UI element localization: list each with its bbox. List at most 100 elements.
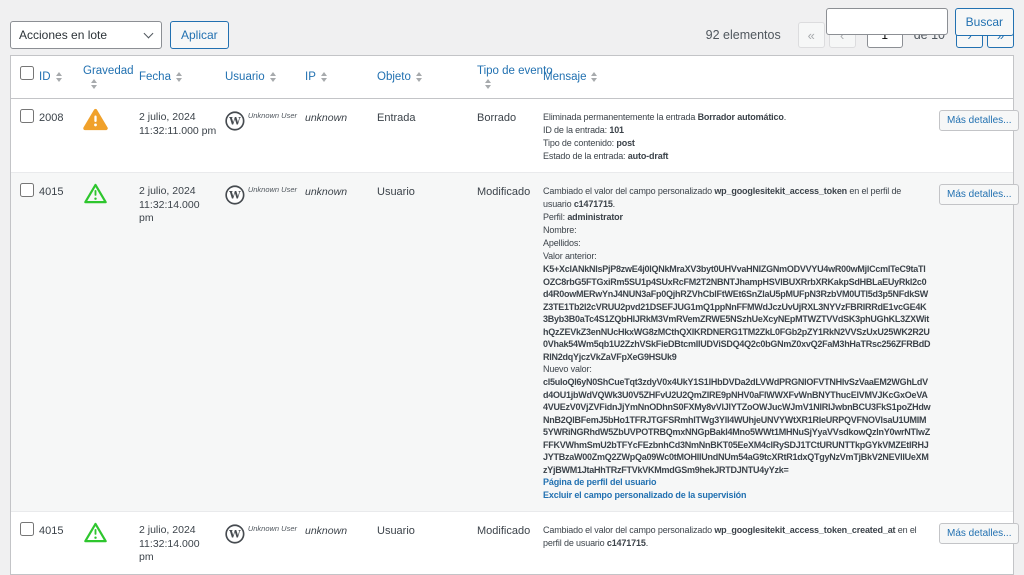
table-row: 4015 2 julio, 202411:32:14.000 pmW Unknown…: [11, 172, 1013, 511]
message-line: Eliminada permanentemente la entrada Bor…: [543, 111, 931, 124]
svg-text:W: W: [228, 189, 241, 201]
row-actions-cell: Más detalles...: [939, 99, 1013, 172]
search-input[interactable]: [826, 8, 948, 35]
message-text: Perfil:: [543, 212, 567, 222]
event-message: Cambiado el valor del campo personalizad…: [543, 173, 939, 511]
first-page-button: «: [798, 22, 825, 48]
column-header-label: Tipo de evento: [477, 65, 553, 77]
event-object: Usuario: [377, 512, 477, 574]
event-type: Modificado: [477, 173, 543, 511]
bulk-actions-select[interactable]: Acciones en lote: [10, 21, 162, 49]
info-triangle-icon: [83, 182, 108, 205]
user-name: Unknown User: [248, 524, 297, 533]
message-line: Cambiado el valor del campo personalizad…: [543, 524, 931, 550]
column-header-usuario[interactable]: Usuario: [225, 56, 305, 98]
more-details-button[interactable]: Más detalles...: [939, 110, 1019, 131]
event-type: Modificado: [477, 512, 543, 574]
wordpress-logo-icon: W: [225, 109, 245, 133]
event-message: Cambiado el valor del campo personalizad…: [543, 512, 939, 574]
select-all-cell: [11, 56, 39, 98]
event-id: 4015: [39, 512, 83, 574]
events-table: IDGravedadFechaUsuarioIPObjetoTipo de ev…: [10, 55, 1014, 575]
severity-cell: [83, 173, 139, 511]
column-header-label: ID: [39, 71, 51, 83]
message-text: .: [613, 199, 615, 209]
user-cell: WUnknown User: [225, 99, 305, 172]
severity-cell: [83, 99, 139, 172]
select-all-checkbox[interactable]: [20, 66, 34, 80]
event-ip: unknown: [305, 173, 377, 511]
message-text: .: [784, 112, 786, 122]
search-area: Buscar: [826, 8, 1014, 36]
message-text: c1471715: [574, 199, 613, 209]
message-link[interactable]: Página de perfil del usuario: [543, 477, 656, 487]
message-text: Cambiado el valor del campo personalizad…: [543, 525, 714, 535]
sort-icon: [485, 79, 491, 89]
message-text: Cambiado el valor del campo personalizad…: [543, 186, 714, 196]
search-button[interactable]: Buscar: [955, 8, 1014, 36]
message-text: Nombre:: [543, 225, 576, 235]
row-checkbox[interactable]: [20, 183, 34, 197]
message-text: Nuevo valor:: [543, 364, 592, 374]
more-details-button[interactable]: Más detalles...: [939, 184, 1019, 205]
row-actions-cell: Más detalles...: [939, 512, 1013, 574]
user-name: Unknown User: [248, 111, 297, 120]
message-line: Página de perfil del usuario: [543, 476, 931, 489]
message-line: Tipo de contenido: post: [543, 137, 931, 150]
message-text: Borrador automático: [698, 112, 784, 122]
info-triangle-icon: [83, 521, 108, 544]
column-header-tipo-de-evento[interactable]: Tipo de evento: [477, 56, 543, 98]
date-text: 2 julio, 2024: [139, 524, 217, 538]
message-link[interactable]: Excluir el campo personalizado de la sup…: [543, 490, 746, 500]
message-line: Cambiado el valor del campo personalizad…: [543, 185, 931, 211]
message-text: Valor anterior:: [543, 251, 597, 261]
sort-icon: [91, 79, 97, 89]
sort-icon: [270, 72, 276, 82]
message-text: ID de la entrada:: [543, 125, 609, 135]
sort-icon: [176, 72, 182, 82]
row-checkbox-cell: [11, 173, 39, 511]
column-header-label: Usuario: [225, 71, 265, 83]
user-cell: W Unknown User: [225, 173, 305, 511]
message-line: Apellidos:: [543, 237, 931, 250]
event-ip: unknown: [305, 99, 377, 172]
message-line: Valor anterior:: [543, 250, 931, 263]
event-object: Usuario: [377, 173, 477, 511]
message-text: wp_googlesitekit_access_token_created_at: [714, 525, 895, 535]
column-header-label: Gravedad: [83, 65, 134, 77]
user-cell: WUnknown User: [225, 512, 305, 574]
column-header-id[interactable]: ID: [39, 56, 83, 98]
wordpress-logo-icon: W: [225, 522, 245, 546]
column-header-mensaje[interactable]: Mensaje: [543, 56, 939, 98]
event-type: Borrado: [477, 99, 543, 172]
time-text: 11:32:14.000 pm: [139, 199, 217, 226]
message-line: Estado de la entrada: auto-draft: [543, 150, 931, 163]
table-body: 20082 julio, 202411:32:11.000 pmWUnknown…: [11, 99, 1013, 574]
column-header-fecha[interactable]: Fecha: [139, 56, 225, 98]
column-header-actions: [939, 56, 1013, 98]
column-header-ip[interactable]: IP: [305, 56, 377, 98]
message-text: post: [616, 138, 634, 148]
event-date: 2 julio, 202411:32:14.000 pm: [139, 173, 225, 511]
message-line: K5+XclANkNIsPjP8zwE4j0lQNkMraXV3byt0UHVv…: [543, 263, 931, 363]
message-text: 101: [609, 125, 624, 135]
more-details-button[interactable]: Más detalles...: [939, 523, 1019, 544]
column-header-label: Mensaje: [543, 71, 586, 83]
user-name: Unknown User: [248, 185, 297, 194]
row-checkbox-cell: [11, 512, 39, 574]
column-header-gravedad[interactable]: Gravedad: [83, 56, 139, 98]
message-text: Estado de la entrada:: [543, 151, 628, 161]
sort-icon: [321, 72, 327, 82]
table-row: 20082 julio, 202411:32:11.000 pmWUnknown…: [11, 99, 1013, 172]
token-value: cl5uloQl6yN0ShCueTqt3zdyV0x4UkY1S1lHbDVD…: [543, 377, 930, 475]
message-text: administrator: [567, 212, 623, 222]
message-line: Excluir el campo personalizado de la sup…: [543, 489, 931, 502]
row-checkbox[interactable]: [20, 109, 34, 123]
event-message: Eliminada permanentemente la entrada Bor…: [543, 99, 939, 172]
row-checkbox-cell: [11, 99, 39, 172]
apply-button[interactable]: Aplicar: [170, 21, 229, 49]
column-header-objeto[interactable]: Objeto: [377, 56, 477, 98]
event-id: 4015: [39, 173, 83, 511]
row-checkbox[interactable]: [20, 522, 34, 536]
message-line: ID de la entrada: 101: [543, 124, 931, 137]
